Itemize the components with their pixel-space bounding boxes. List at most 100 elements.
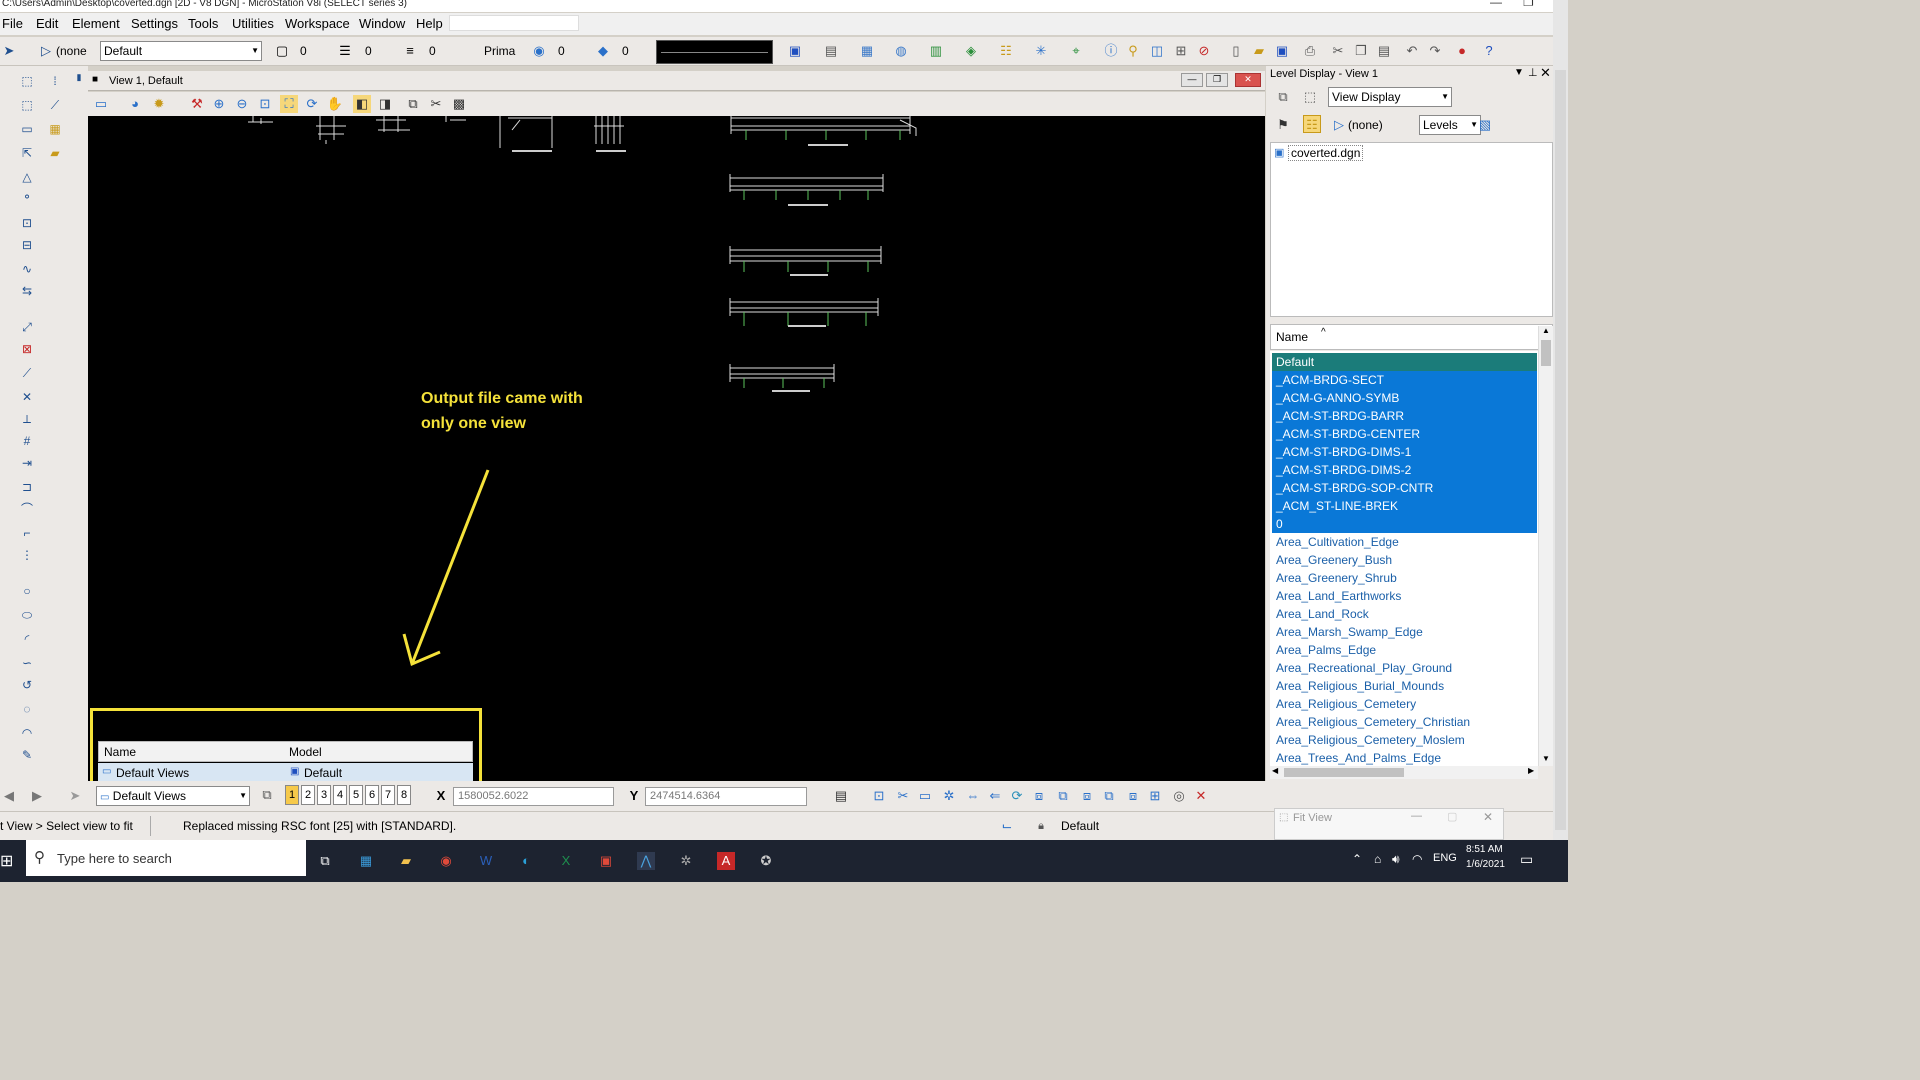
excel-icon[interactable]: X xyxy=(557,852,575,870)
tray-volume-icon[interactable]: 🔊︎ xyxy=(1392,852,1400,867)
chamfer-tool-icon[interactable]: ⌐ xyxy=(20,526,34,540)
chrome-icon[interactable]: ◉ xyxy=(437,852,455,870)
accudraw-icon[interactable]: ⌖ xyxy=(1067,42,1085,60)
new-file-icon[interactable]: ▯ xyxy=(1227,42,1245,60)
tray-network-icon[interactable]: ⌂ xyxy=(1374,852,1381,866)
level-row[interactable]: Area_Palms_Edge xyxy=(1272,641,1537,659)
fence-tool-icon[interactable]: ⁞ xyxy=(48,74,62,88)
close-views-icon[interactable]: ✕ xyxy=(1192,787,1210,805)
tree-file-item[interactable]: coverted.dgn xyxy=(1288,145,1364,161)
priority-value[interactable]: 0 xyxy=(622,44,629,58)
transparency-value[interactable]: 0 xyxy=(558,44,565,58)
snap-icon[interactable]: ✳ xyxy=(1032,42,1050,60)
microstation-icon[interactable]: ⋀ xyxy=(637,852,655,870)
paste-icon[interactable]: ▤ xyxy=(1375,42,1393,60)
break-tool-icon[interactable]: ⊐ xyxy=(20,480,34,494)
view-icon[interactable]: ▣ xyxy=(786,42,804,60)
line-style-icon[interactable]: ☰ xyxy=(336,42,354,60)
notifications-icon[interactable]: ▭ xyxy=(1520,851,1533,868)
level-row[interactable]: _ACM-G-ANNO-SYMB xyxy=(1272,389,1537,407)
redo-icon[interactable]: ↷ xyxy=(1426,42,1444,60)
level-row[interactable]: Area_Land_Rock xyxy=(1272,605,1537,623)
view-button-2[interactable]: 2 xyxy=(301,785,315,805)
panel-close-icon[interactable]: ✕ xyxy=(1540,65,1551,81)
hatch-tool-icon[interactable]: # xyxy=(20,434,34,448)
level-manager-icon[interactable]: ▧ xyxy=(1476,116,1494,134)
active-level-label[interactable]: (none xyxy=(56,44,87,58)
extend-tool-icon[interactable]: ⇥ xyxy=(20,456,34,470)
copy-icon[interactable]: ❐ xyxy=(1352,42,1370,60)
active-level-icon[interactable]: ▷ xyxy=(37,42,55,60)
level-row[interactable]: _ACM_ST-LINE-BREK xyxy=(1272,497,1537,515)
previous-icon[interactable]: ◀ xyxy=(0,787,18,805)
level-dropdown[interactable]: Default ▼ xyxy=(100,41,262,61)
line-preview-swatch[interactable] xyxy=(656,40,773,64)
level-row[interactable]: Area_Greenery_Bush xyxy=(1272,551,1537,569)
draw-tool-icon[interactable]: ✎ xyxy=(20,748,34,762)
line-weight-icon[interactable]: ≡ xyxy=(401,42,419,60)
crop-icon[interactable]: ✂ xyxy=(894,787,912,805)
calculator-icon[interactable]: ▦ xyxy=(357,852,375,870)
level-row[interactable]: _ACM-ST-BRDG-SOP-CNTR xyxy=(1272,479,1537,497)
color-value[interactable]: 0 xyxy=(300,44,307,58)
trim-tool-icon[interactable]: ⟂ xyxy=(20,412,34,426)
dual-window-icon[interactable]: ⧉ xyxy=(1054,787,1072,805)
line-tool-icon[interactable]: ⟋ xyxy=(20,366,34,380)
display-style-icon[interactable]: ◕ xyxy=(126,95,144,113)
y-coordinate-field[interactable]: 2474514.6364 xyxy=(645,787,807,806)
utility-icon[interactable]: ✲ xyxy=(677,852,695,870)
window-icon[interactable]: ⧈ xyxy=(1030,787,1048,805)
level-row[interactable]: Area_Recreational_Play_Ground xyxy=(1272,659,1537,677)
scroll-up-icon[interactable]: ▲ xyxy=(1542,326,1550,335)
display-mode-dropdown[interactable]: View Display ▼ xyxy=(1328,87,1452,107)
menu-tools[interactable]: Tools xyxy=(188,16,218,31)
copy-tool-icon[interactable]: ⊟ xyxy=(20,238,34,252)
ellipse-tool-icon[interactable]: ⬭ xyxy=(20,608,34,622)
zoom-tool-icon[interactable]: ⊡ xyxy=(870,787,888,805)
view-close-button[interactable]: ✕ xyxy=(1235,73,1261,87)
level-row[interactable]: Area_Religious_Cemetery_Christian xyxy=(1272,713,1537,731)
update-view-icon[interactable]: ⚒ xyxy=(188,95,206,113)
fillet-tool-icon[interactable]: ⌒ xyxy=(20,502,34,516)
tray-date[interactable]: 1/6/2021 xyxy=(1466,859,1505,870)
file-explorer-icon[interactable]: ▰ xyxy=(397,852,415,870)
level-row[interactable]: _ACM-ST-BRDG-BARR xyxy=(1272,407,1537,425)
bentley-icon[interactable]: ✪ xyxy=(757,852,775,870)
globe-icon[interactable]: ● xyxy=(1453,42,1471,60)
fit-view-maximize-icon[interactable]: ▢ xyxy=(1447,810,1457,823)
print-icon[interactable]: ⎙ xyxy=(1301,42,1319,60)
group-tool-icon[interactable]: ▦ xyxy=(48,122,62,136)
undo-icon[interactable]: ↶ xyxy=(1403,42,1421,60)
cascade-icon[interactable]: ⧈ xyxy=(1124,787,1142,805)
level-row[interactable]: Area_Trees_And_Palms_Edge xyxy=(1272,749,1537,767)
priority-icon[interactable]: ◆ xyxy=(594,42,612,60)
levels-type-dropdown[interactable]: Levels ▼ xyxy=(1419,115,1481,135)
level-row[interactable]: Area_Land_Earthworks xyxy=(1272,587,1537,605)
scroll-thumb[interactable] xyxy=(1541,340,1551,366)
level-row[interactable]: _ACM-ST-BRDG-DIMS-1 xyxy=(1272,443,1537,461)
snap-mode-icon[interactable]: ✲ xyxy=(940,787,958,805)
view-button-6[interactable]: 6 xyxy=(365,785,379,805)
refresh-icon[interactable]: ⟳ xyxy=(1008,787,1026,805)
view-minimize-button[interactable]: — xyxy=(1181,73,1203,87)
minimize-icon[interactable]: — xyxy=(1490,0,1502,8)
windows-start-icon[interactable]: ⊞ xyxy=(0,851,13,871)
levels-icon[interactable]: ☷ xyxy=(997,42,1015,60)
transparency-icon[interactable]: ◉ xyxy=(530,42,548,60)
open-folder-icon[interactable]: ▰ xyxy=(1250,42,1268,60)
manipulate-tool-icon[interactable]: ⬚ xyxy=(20,98,34,112)
delete-tool-icon[interactable]: ▭ xyxy=(20,122,34,136)
display-icon[interactable]: ⬚ xyxy=(1301,88,1319,106)
view-button-7[interactable]: 7 xyxy=(381,785,395,805)
lock-icon[interactable]: 🔒︎ xyxy=(1032,817,1050,835)
level-row[interactable]: _ACM-ST-BRDG-DIMS-2 xyxy=(1272,461,1537,479)
level-list-scrollbar[interactable]: ▲ ▼ xyxy=(1538,326,1553,766)
pointer-icon[interactable]: ➤ xyxy=(66,787,84,805)
intersect-tool-icon[interactable]: ✕ xyxy=(20,390,34,404)
tasks-tab[interactable]: ▮ xyxy=(72,70,86,84)
level-row[interactable]: _ACM-BRDG-SECT xyxy=(1272,371,1537,389)
scroll-down-icon[interactable]: ▼ xyxy=(1542,754,1550,763)
circles-tool-icon[interactable]: ⚬ xyxy=(20,190,34,204)
acrobat-icon[interactable]: A xyxy=(717,852,735,870)
snap-status-icon[interactable]: ⌙ xyxy=(998,817,1016,835)
